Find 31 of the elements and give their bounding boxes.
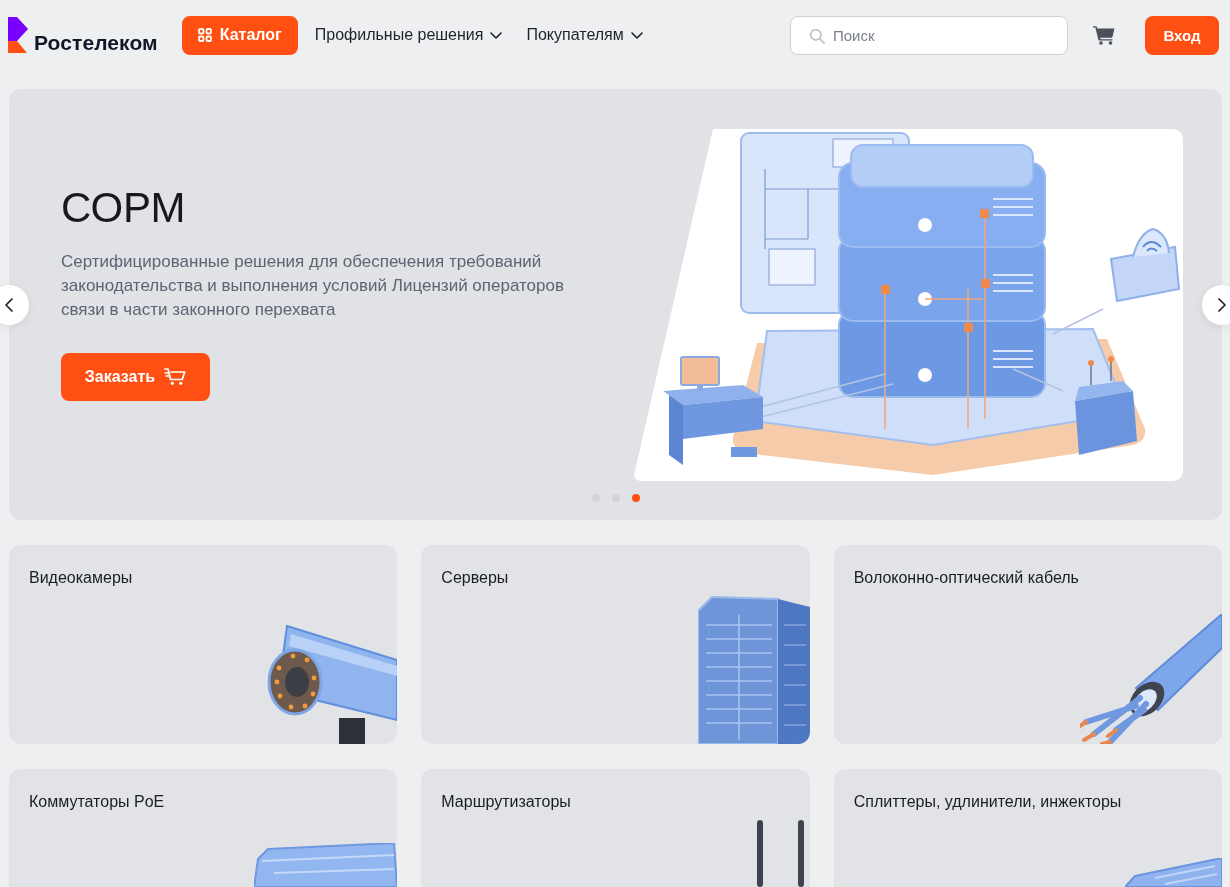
antennas-drawing <box>754 820 806 887</box>
previous-slide-button[interactable] <box>0 285 29 325</box>
cart-icon <box>164 368 187 386</box>
chevron-right-icon <box>1218 298 1226 312</box>
nav-menu-link[interactable]: Профильные решения <box>314 26 503 44</box>
hero-title: СОРМ <box>61 183 186 233</box>
category-title: Серверы <box>441 568 509 588</box>
cart-icon[interactable] <box>1093 25 1115 45</box>
category-card[interactable]: Сплиттеры, удлинители, инжекторы <box>833 769 1222 887</box>
category-title: Сплиттеры, удлинители, инжекторы <box>853 792 1122 812</box>
category-card[interactable]: Коммутаторы PoE <box>9 769 398 887</box>
category-title: Волоконно-оптический кабель <box>853 568 1079 588</box>
next-slide-button[interactable] <box>1202 285 1230 325</box>
nav-menu-link[interactable]: Покупателям <box>526 26 643 44</box>
brand-name[interactable]: Ростелеком <box>34 32 158 53</box>
category-title: Видеокамеры <box>29 568 133 588</box>
chevron-down-icon <box>490 31 503 39</box>
search-field[interactable]: Поиск <box>790 15 1068 55</box>
hero-description: Сертифицированные решения для обеспечения требований законодательства и выполнения условий Лицензий операторов связи в части законного перехвата <box>61 251 565 321</box>
chevron-down-icon <box>630 31 643 39</box>
category-title: Маршрутизаторы <box>441 792 571 812</box>
grid-icon <box>197 28 212 42</box>
category-card[interactable]: Серверы <box>421 545 810 744</box>
category-card[interactable]: Волоконно-оптический кабель <box>833 545 1222 744</box>
category-card[interactable]: Видеокамеры <box>9 545 398 744</box>
category-card[interactable]: Маршрутизаторы <box>421 769 810 887</box>
category-title: Коммутаторы PoE <box>29 792 165 812</box>
logo-icon[interactable] <box>8 17 28 53</box>
search-icon <box>809 27 825 44</box>
carousel-dot[interactable] <box>631 494 640 502</box>
chevron-left-icon <box>5 298 13 312</box>
